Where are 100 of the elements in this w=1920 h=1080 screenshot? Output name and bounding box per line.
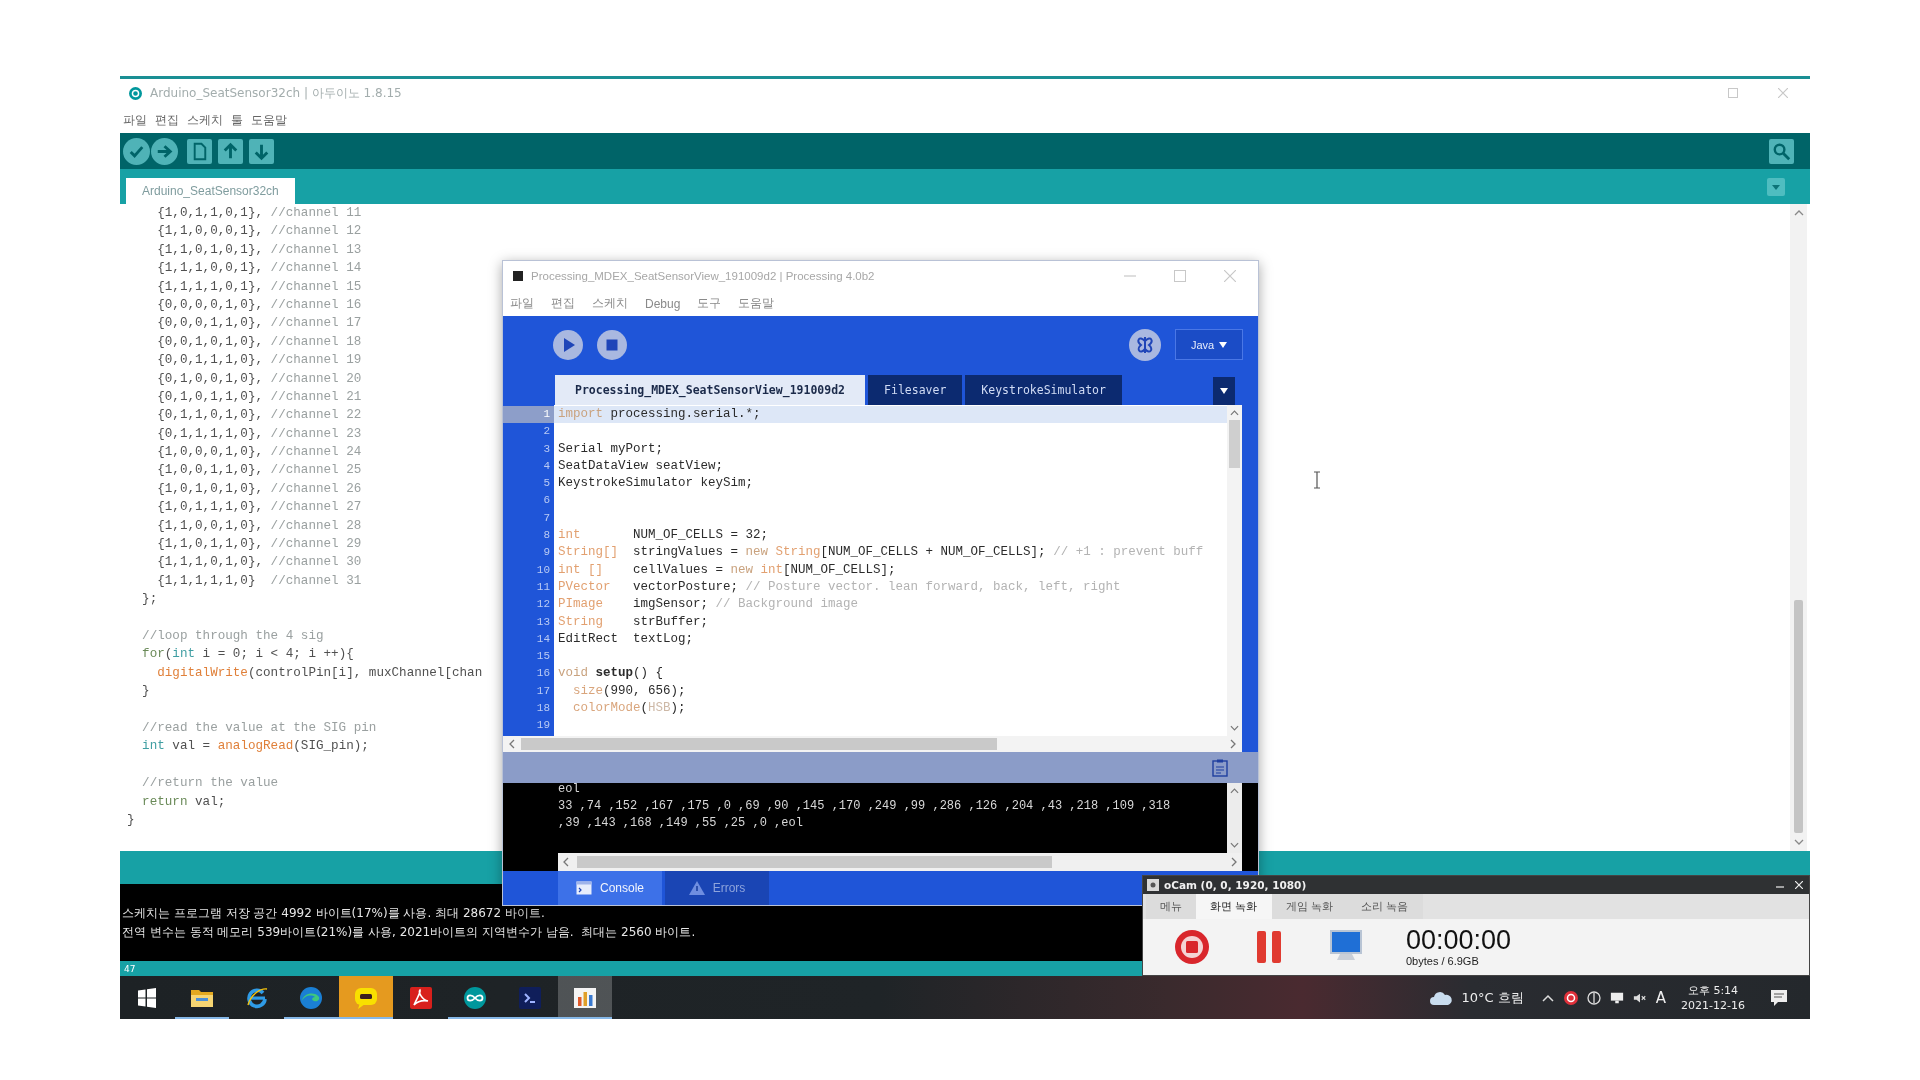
check-circle-icon[interactable] <box>123 137 150 165</box>
menu-item[interactable]: Debug <box>645 296 681 311</box>
line-number: 2 <box>542 424 551 440</box>
horizontal-scrollbar[interactable] <box>503 736 1242 752</box>
code-line: EditRect textLog; <box>557 630 695 648</box>
line-number: 10 <box>535 562 551 578</box>
console-line: eol <box>558 783 580 798</box>
menu-item[interactable]: 스케치 <box>592 295 628 312</box>
app-logo-icon <box>1147 879 1159 891</box>
speech-bubble-icon <box>354 985 379 1010</box>
stop-icon[interactable] <box>1175 930 1209 964</box>
code-line: {1,0,0,0,1,0}, //channel 24 <box>156 444 362 462</box>
code-line: PImage imgSensor; // Background image <box>557 596 860 614</box>
line-number: 1 <box>503 406 554 424</box>
cloud-icon[interactable] <box>1428 989 1453 1006</box>
code-line: int val = analogRead(SIG_pin); <box>141 738 369 756</box>
weather-text[interactable]: 10°C 흐림 <box>1461 988 1524 1007</box>
recorder-tab[interactable]: 소리 녹음 <box>1347 894 1423 919</box>
line-number: 11 <box>535 579 551 595</box>
code-line: {1,1,0,0,1,0}, //channel 28 <box>156 517 362 535</box>
menu-item[interactable]: 도움말 <box>738 295 775 312</box>
caret-left-icon[interactable] <box>509 739 515 749</box>
code-line: digitalWrite(controlPin[i], muxChannel[chan <box>156 664 483 682</box>
editor-tab[interactable]: Processing_MDEX_SeatSensorView_191009d2 <box>555 375 866 405</box>
menu-item[interactable]: 스케치 <box>187 111 223 129</box>
recorder-tab[interactable]: 화면 녹화 <box>1196 894 1272 919</box>
network-icon[interactable] <box>1609 990 1624 1005</box>
menu-item[interactable]: 도구 <box>697 295 722 312</box>
scroll-thumb[interactable] <box>1794 600 1803 833</box>
code-line: return val; <box>141 793 226 811</box>
code-line: {1,0,0,1,1,0}, //channel 25 <box>156 462 362 480</box>
clock-button[interactable]: 오후 5:14 2021-12-16 <box>1675 982 1751 1013</box>
caret-up-icon[interactable] <box>1793 210 1804 216</box>
code-line: {1,1,0,1,1,0}, //channel 29 <box>156 536 362 554</box>
arrow-circle-icon[interactable] <box>151 137 178 165</box>
scroll-thumb[interactable] <box>577 856 1052 868</box>
butterfly-icon[interactable] <box>1129 328 1161 361</box>
code-line: colorMode(HSB); <box>572 700 687 718</box>
menu-item[interactable]: 편집 <box>551 295 575 312</box>
code-line: } <box>141 683 150 701</box>
caret-up-icon[interactable] <box>1230 410 1239 416</box>
e-ring-icon <box>244 985 269 1010</box>
line-number: 3 <box>542 441 551 457</box>
notification-icon[interactable] <box>1770 988 1788 1007</box>
scroll-thumb[interactable] <box>1229 420 1240 468</box>
code-line: {1,1,0,0,0,1}, //channel 12 <box>156 223 362 241</box>
recorder-tab[interactable]: 메뉴 <box>1146 894 1196 919</box>
taskbar-button[interactable] <box>338 976 394 1019</box>
console-line: 스케치는 프로그램 저장 공간 4992 바이트(17%)를 사용. 최대 28672 바이트. <box>122 905 545 922</box>
scroll-thumb[interactable] <box>521 738 997 750</box>
caret-right-icon[interactable] <box>1230 739 1236 749</box>
vertical-scrollbar[interactable] <box>1790 204 1807 851</box>
code-line: //read the value at the SIG pin <box>141 719 377 737</box>
code-line: {1,1,1,1,1,0} //channel 31 <box>156 572 362 590</box>
menu-item[interactable]: 도움말 <box>251 111 287 129</box>
caret-left-icon[interactable] <box>563 857 569 867</box>
vertical-scrollbar[interactable] <box>1227 405 1242 736</box>
magnifier-icon[interactable] <box>1769 138 1794 164</box>
caret-right-icon[interactable] <box>1231 857 1237 867</box>
console-tab[interactable]: Console <box>558 871 662 905</box>
recorder-tab[interactable]: 게임 녹화 <box>1271 894 1347 919</box>
taskbar-button[interactable] <box>557 976 613 1019</box>
code-line: void setup() { <box>557 665 665 683</box>
line-number: 16 <box>535 666 551 682</box>
code-line: int NUM_OF_CELLS = 32; <box>557 527 770 545</box>
menu-item[interactable]: 툴 <box>231 111 243 129</box>
clipboard-icon[interactable] <box>1212 758 1228 777</box>
document-icon[interactable] <box>187 138 212 164</box>
stop-icon[interactable] <box>597 329 627 360</box>
app-logo-icon <box>129 86 142 100</box>
line-number: 19 <box>535 718 551 734</box>
play-icon[interactable] <box>553 329 583 360</box>
line-number: 47 <box>124 963 136 974</box>
code-line: {0,1,0,1,1,0}, //channel 21 <box>156 388 362 406</box>
horizontal-scrollbar[interactable] <box>558 853 1242 871</box>
line-number: 4 <box>542 458 551 474</box>
mode-dropdown[interactable]: Java <box>1175 329 1243 360</box>
line-number: 17 <box>535 683 551 699</box>
record-timer: 00:00:00 <box>1406 926 1512 955</box>
editor-tab[interactable]: Filesaver <box>868 375 963 405</box>
caret-down-icon[interactable] <box>1213 377 1235 405</box>
code-line: Serial myPort; <box>557 440 665 458</box>
arrow-down-tile-icon[interactable] <box>249 138 274 164</box>
arrow-up-tile-icon[interactable] <box>218 138 243 164</box>
caret-up-icon[interactable] <box>1230 788 1239 794</box>
editor-tab[interactable]: KeystrokeSimulator <box>965 375 1122 405</box>
editor-tab[interactable]: Arduino_SeatSensor32ch <box>126 178 295 204</box>
menu-item[interactable]: 파일 <box>510 295 534 312</box>
record-icon[interactable] <box>1563 990 1578 1005</box>
console-tab[interactable]: Errors <box>665 871 769 905</box>
code-line: {0,1,1,1,1,0}, //channel 23 <box>156 425 362 443</box>
menu-item[interactable]: 편집 <box>155 111 179 129</box>
menu-item[interactable]: 파일 <box>123 111 147 129</box>
input-mode-indicator[interactable]: A <box>1655 988 1667 1007</box>
window-title: Processing_MDEX_SeatSensorView_191009d2 | Processing 4.0b2 <box>531 270 875 282</box>
bar-chart-icon <box>572 985 597 1010</box>
code-line: {1,1,1,1,0,1}, //channel 15 <box>156 278 362 296</box>
code-line: PVector vectorPosture; // Posture vector. lean forward, back, left, right <box>557 578 1122 596</box>
swoosh-tile-icon <box>408 985 433 1010</box>
vertical-scrollbar[interactable] <box>1227 783 1242 853</box>
